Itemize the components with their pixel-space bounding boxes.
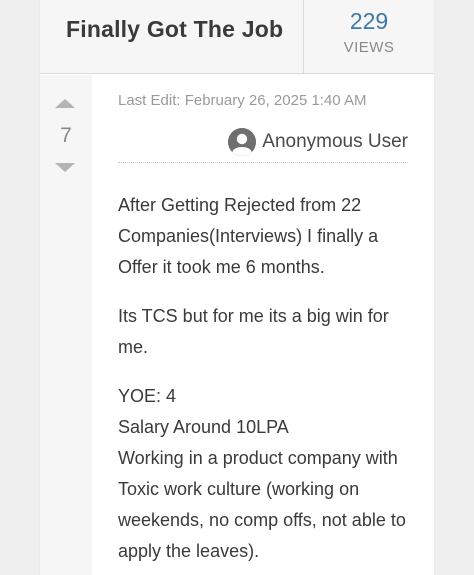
vote-count: 7	[60, 124, 72, 147]
post-header: Finally Got The Job 229 VIEWS	[40, 0, 434, 74]
author-name[interactable]: Anonymous User	[262, 131, 408, 153]
last-edit-timestamp: Last Edit: February 26, 2025 1:40 AM	[118, 92, 367, 109]
post-detail-line: YOE: 4	[118, 386, 177, 406]
author-info[interactable]: Anonymous User	[228, 128, 408, 156]
post-paragraph: After Getting Rejected from 22 Companies…	[118, 195, 379, 277]
post-card: Finally Got The Job 229 VIEWS 7 Last Edi…	[40, 0, 434, 575]
vote-column: 7	[40, 75, 92, 575]
post-title: Finally Got The Job	[66, 16, 284, 42]
post-detail-line: Working in a product company with Toxic …	[118, 448, 406, 561]
post-body: After Getting Rejected from 22 Companies…	[118, 190, 414, 567]
upvote-icon[interactable]	[55, 99, 75, 108]
user-avatar-icon	[228, 128, 257, 156]
downvote-icon[interactable]	[55, 163, 75, 172]
views-label: VIEWS	[343, 39, 395, 56]
views-count: 229	[349, 8, 389, 34]
post-detail-line: Salary Around 10LPA	[118, 417, 289, 437]
divider	[118, 162, 408, 163]
post-paragraph: Its TCS but for me its a big win for me.	[118, 306, 389, 357]
views-counter: 229 VIEWS	[303, 0, 434, 74]
